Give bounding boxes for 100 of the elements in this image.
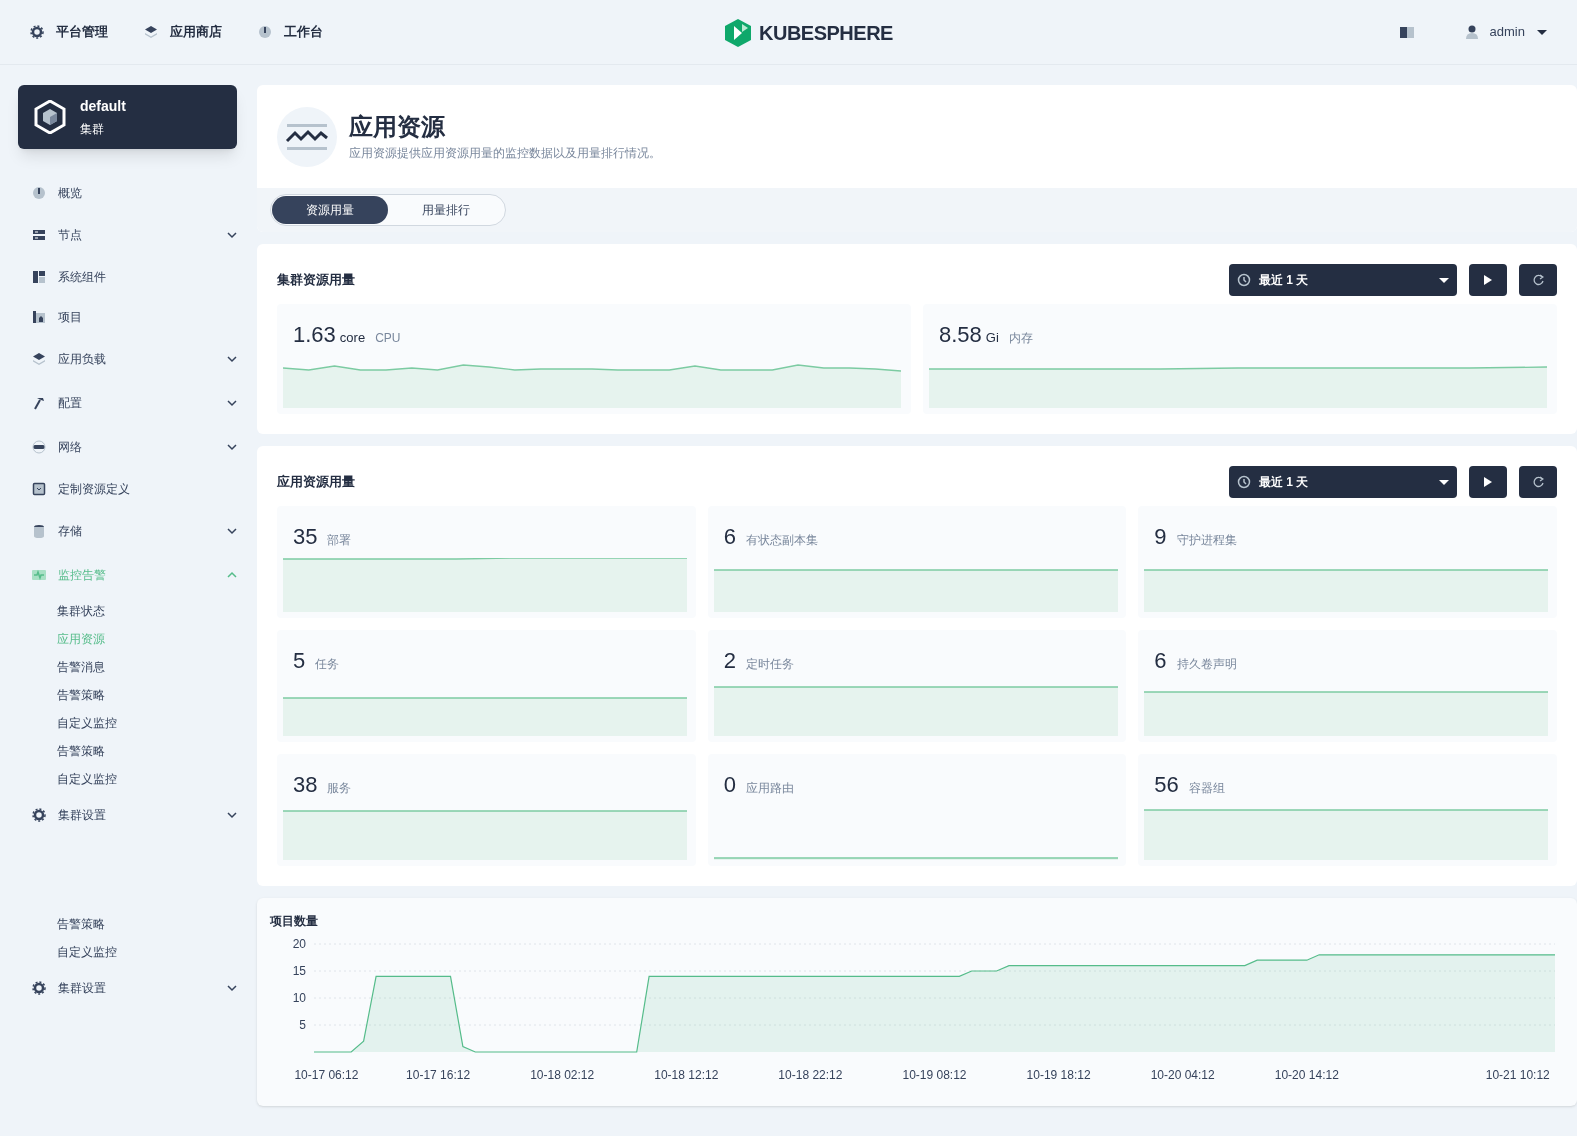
- hammer-icon: [32, 396, 46, 410]
- gear-icon: [30, 25, 44, 39]
- nav-link[interactable]: 应用商店: [144, 22, 222, 42]
- x-tick-label: 10-17 16:12: [406, 1068, 471, 1082]
- sidebar-item[interactable]: 存储: [18, 509, 237, 553]
- gear-icon: [32, 981, 46, 995]
- layers-icon: [32, 352, 46, 366]
- sidebar-subitem[interactable]: 告警消息: [18, 653, 237, 681]
- page-description: 应用资源提供应用资源用量的监控数据以及用量排行情况。: [349, 144, 661, 162]
- metric-label: 部署: [327, 532, 352, 549]
- x-tick-label: 10-19 08:12: [902, 1068, 967, 1082]
- book-icon[interactable]: [1399, 26, 1414, 38]
- x-tick-label: 10-17 06:12: [294, 1068, 359, 1082]
- logo-icon: [725, 19, 751, 47]
- pulse-icon: [32, 568, 46, 582]
- time-range-select[interactable]: 最近 1 天: [1229, 264, 1457, 296]
- sidebar-subitem[interactable]: 自定义监控: [18, 938, 237, 966]
- sidebar-item[interactable]: 配置: [18, 381, 237, 425]
- sidebar-item[interactable]: 概览: [18, 173, 237, 213]
- page-title: 应用资源: [349, 111, 446, 142]
- y-tick-label: 5: [299, 1018, 306, 1032]
- x-tick-label: 10-18 12:12: [654, 1068, 719, 1082]
- chevron-down-icon: [227, 527, 237, 535]
- cluster-icon: [34, 100, 66, 134]
- time-range-select[interactable]: 最近 1 天: [1229, 466, 1457, 498]
- metric-label: 服务: [327, 780, 352, 797]
- refresh-button[interactable]: [1519, 466, 1557, 498]
- dashboard-icon: [258, 25, 272, 39]
- sidebar-item[interactable]: 定制资源定义: [18, 469, 237, 509]
- database-icon: [32, 524, 46, 538]
- nav-link[interactable]: 平台管理: [30, 22, 108, 42]
- x-tick-label: 10-20 14:12: [1274, 1068, 1339, 1082]
- play-button[interactable]: [1469, 466, 1507, 498]
- server-icon: [32, 228, 46, 242]
- sidebar-item[interactable]: 系统组件: [18, 257, 237, 297]
- sidebar-item[interactable]: 节点: [18, 213, 237, 257]
- sidebar-item[interactable]: 网络: [18, 425, 237, 469]
- metric-value: 5: [293, 647, 306, 675]
- clock-icon: [1237, 273, 1251, 287]
- metric-value: 0: [723, 771, 736, 799]
- play-icon: [1483, 275, 1493, 285]
- x-tick-label: 10-21 10:12: [1485, 1068, 1550, 1082]
- caret-down-icon: [1439, 277, 1449, 283]
- tab[interactable]: 用量排行: [388, 196, 504, 224]
- sidebar-item[interactable]: 集群设置: [18, 966, 237, 1010]
- x-tick-label: 10-19 18:12: [1026, 1068, 1091, 1082]
- metric-value: 1.63: [293, 321, 336, 349]
- sidebar-item[interactable]: 集群设置: [18, 793, 237, 837]
- metric-label: 有状态副本集: [745, 532, 818, 549]
- metric-label: CPU: [375, 330, 401, 347]
- nav-link[interactable]: 工作台: [258, 22, 323, 42]
- chevron-up-icon: [227, 571, 237, 579]
- sidebar-subitem[interactable]: 集群状态: [18, 597, 237, 625]
- y-tick-label: 20: [292, 937, 306, 951]
- metric-value: 6: [723, 523, 736, 551]
- network-icon: [32, 440, 46, 454]
- section-title: 应用资源用量: [277, 473, 355, 492]
- sidebar-subitem[interactable]: 告警策略: [18, 910, 237, 938]
- metric-value: 56: [1154, 771, 1179, 799]
- sidebar-subitem[interactable]: 自定义监控: [18, 765, 237, 793]
- metric-value: 9: [1154, 523, 1167, 551]
- tab[interactable]: 资源用量: [272, 196, 388, 224]
- metric-label: 任务: [315, 656, 340, 673]
- metric-value: 2: [723, 647, 736, 675]
- dashboard-icon: [32, 186, 46, 200]
- sidebar-subitem[interactable]: 告警策略: [18, 737, 237, 765]
- sidebar-subitem[interactable]: 自定义监控: [18, 709, 237, 737]
- user-menu[interactable]: admin: [1489, 22, 1547, 42]
- metric-value: 35: [293, 523, 318, 551]
- chevron-down-icon: [227, 811, 237, 819]
- metric-label: 守护进程集: [1176, 532, 1237, 549]
- metric-unit: core: [339, 329, 366, 347]
- sidebar-item[interactable]: 项目: [18, 297, 237, 337]
- refresh-button[interactable]: [1519, 264, 1557, 296]
- metric-label: 容器组: [1188, 780, 1225, 797]
- chevron-down-icon: [227, 984, 237, 992]
- gear-icon: [32, 808, 46, 822]
- square-icon: [32, 482, 46, 496]
- cluster-name: default: [80, 97, 126, 116]
- refresh-icon: [1532, 476, 1544, 488]
- x-tick-label: 10-20 04:12: [1150, 1068, 1215, 1082]
- sidebar-subitem[interactable]: 告警策略: [18, 681, 237, 709]
- metric-label: 应用路由: [745, 780, 794, 797]
- metric-unit: Gi: [985, 329, 999, 347]
- refresh-icon: [1532, 274, 1544, 286]
- sidebar-item[interactable]: 应用负载: [18, 337, 237, 381]
- grid-icon: [32, 270, 46, 284]
- logo-text: KUBESPHERE: [759, 21, 893, 46]
- cluster-card[interactable]: default 集群: [18, 85, 237, 149]
- metric-value: 38: [293, 771, 318, 799]
- play-button[interactable]: [1469, 264, 1507, 296]
- caret-down-icon: [1537, 29, 1547, 35]
- metric-value: 8.58: [939, 321, 982, 349]
- x-tick-label: 10-18 22:12: [778, 1068, 843, 1082]
- metric-value: 6: [1154, 647, 1167, 675]
- chevron-down-icon: [227, 355, 237, 363]
- y-tick-label: 10: [292, 991, 306, 1005]
- monitor-wave-icon: [277, 106, 337, 167]
- metric-label: 内存: [1008, 330, 1033, 347]
- x-tick-label: 10-18 02:12: [530, 1068, 595, 1082]
